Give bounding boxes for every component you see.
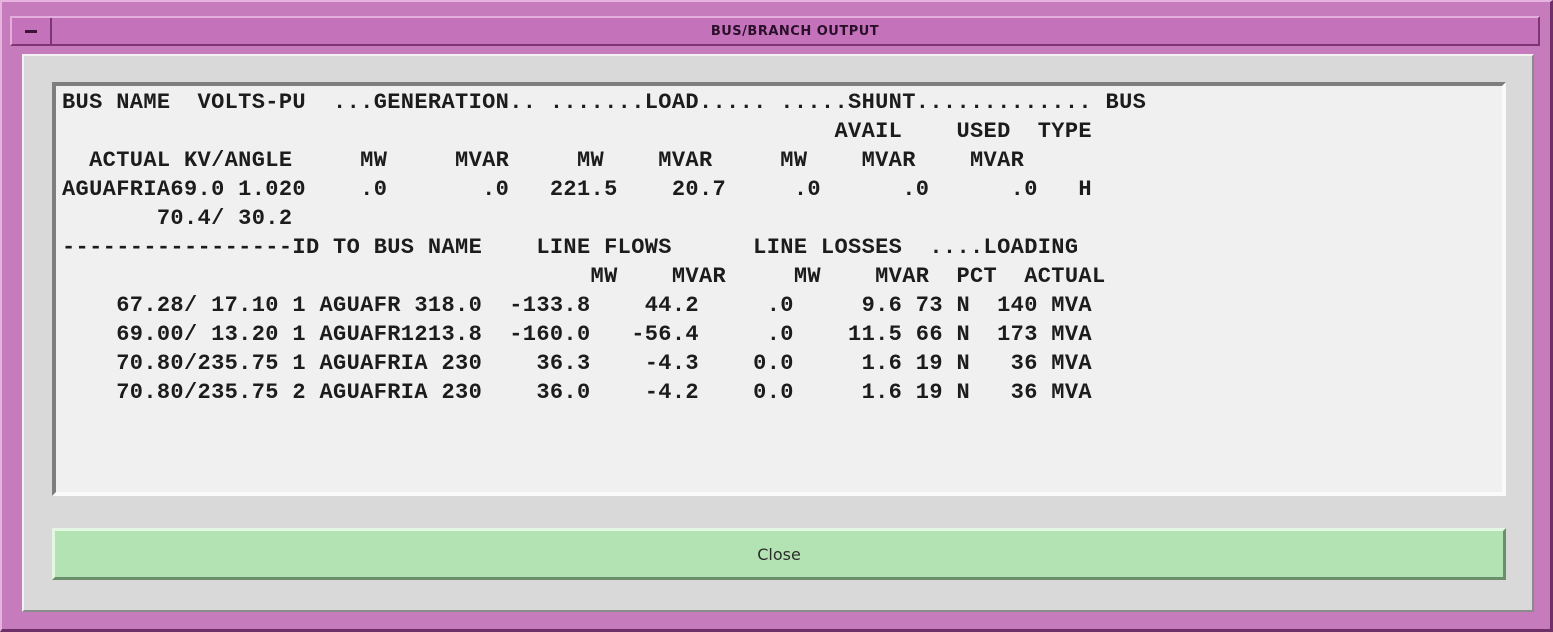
report-line: MW MVAR MW MVAR PCT ACTUAL [62,264,1106,289]
close-button[interactable]: Close [52,528,1506,580]
report-line: 70.80/235.75 1 AGUAFRIA 230 36.3 -4.3 0.… [62,351,1092,376]
report-line: 67.28/ 17.10 1 AGUAFR 318.0 -133.8 44.2 … [62,293,1092,318]
window-menu-icon[interactable] [12,18,52,44]
window-title: BUS/BRANCH OUTPUT [710,23,880,39]
report-line: -----------------ID TO BUS NAME LINE FLO… [62,235,1079,260]
report-line: 70.4/ 30.2 [62,206,293,231]
report-text: BUS NAME VOLTS-PU ...GENERATION.. ......… [62,88,1146,407]
output-text-area[interactable]: BUS NAME VOLTS-PU ...GENERATION.. ......… [52,82,1506,496]
bus-branch-output-window: BUS/BRANCH OUTPUT BUS NAME VOLTS-PU ...G… [0,0,1553,632]
report-line: AGUAFRIA69.0 1.020 .0 .0 221.5 20.7 .0 .… [62,177,1092,202]
title-bar[interactable]: BUS/BRANCH OUTPUT [10,16,1540,46]
dialog-body: BUS NAME VOLTS-PU ...GENERATION.. ......… [22,54,1534,612]
report-line: AVAIL USED TYPE [62,119,1092,144]
report-line: 69.00/ 13.20 1 AGUAFR1213.8 -160.0 -56.4… [62,322,1092,347]
report-line: BUS NAME VOLTS-PU ...GENERATION.. ......… [62,90,1147,115]
report-line: 70.80/235.75 2 AGUAFRIA 230 36.0 -4.2 0.… [62,380,1092,405]
report-line: ACTUAL KV/ANGLE MW MVAR MW MVAR MW MVAR … [62,148,1025,173]
window-menu-bar [25,29,37,33]
